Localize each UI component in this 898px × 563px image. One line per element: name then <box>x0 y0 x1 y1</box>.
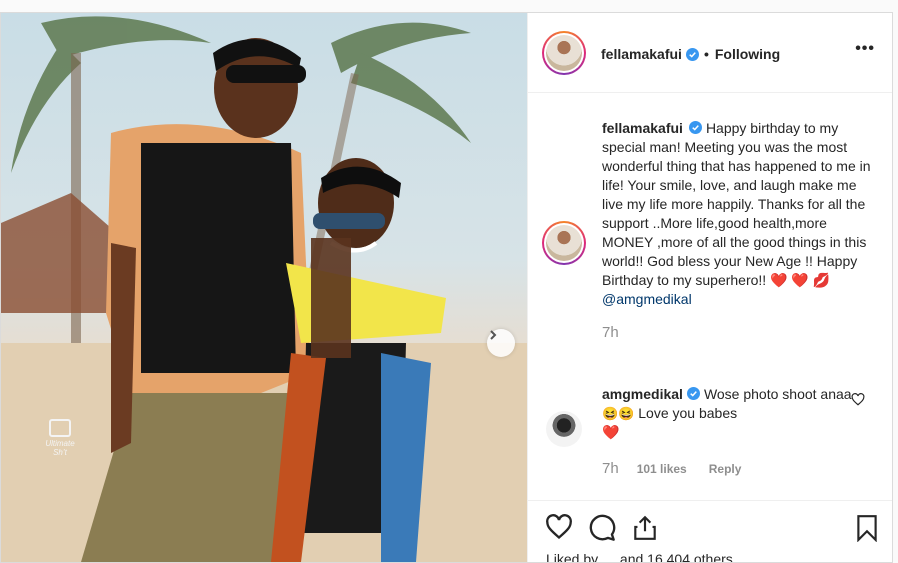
photo-watermark: Ultimate Sh’t <box>43 419 77 457</box>
post-header: fellamakafui • Following ••• <box>528 13 892 93</box>
verified-badge-icon <box>685 47 699 61</box>
heart-emoji-icon: ❤️ <box>791 272 809 288</box>
laughing-emoji-icon: 😆 <box>618 406 635 421</box>
author-username[interactable]: fellamakafui <box>601 46 682 62</box>
comment-icon[interactable] <box>588 514 616 542</box>
following-button[interactable]: Following <box>715 46 780 62</box>
post-side-panel: fellamakafui • Following ••• fellamakafu… <box>527 13 892 562</box>
comment: amgmedikal Wose photo shoot anaa 😆😆 Love … <box>602 385 857 442</box>
bookmark-icon[interactable] <box>856 514 878 542</box>
comment-like-heart-icon[interactable] <box>851 393 865 406</box>
heart-emoji-icon: ❤️ <box>602 424 620 440</box>
laughing-emoji-icon: 😆 <box>602 406 619 421</box>
verified-badge-icon <box>686 387 700 400</box>
chevron-right-icon <box>490 330 497 340</box>
caption-avatar[interactable] <box>542 221 586 265</box>
caption-username[interactable]: fellamakafui <box>602 120 683 136</box>
heart-emoji-icon: ❤️ <box>770 272 788 288</box>
separator-dot: • <box>703 46 709 62</box>
commenter-username[interactable]: amgmedikal <box>602 386 683 402</box>
watermark-text: Ultimate Sh’t <box>45 439 75 457</box>
verified-badge-icon <box>688 121 702 134</box>
share-icon[interactable] <box>632 514 658 542</box>
caption-time[interactable]: 7h <box>602 323 877 342</box>
next-photo-button[interactable] <box>487 329 515 357</box>
comment-text: Wose photo shoot anaa <box>703 386 852 402</box>
post-photo[interactable]: Ultimate Sh’t <box>1 13 527 562</box>
more-options-button[interactable]: ••• <box>855 41 875 57</box>
author-line: fellamakafui • Following <box>601 46 780 62</box>
photo-illustration <box>1 16 527 562</box>
kiss-emoji-icon: 💋 <box>812 272 831 288</box>
comment-likes[interactable]: 101 likes <box>637 462 687 476</box>
post-caption: fellamakafui Happy birthday to my special… <box>602 119 877 342</box>
caption-text: Happy birthday to my special man! Meetin… <box>602 120 871 288</box>
commenter-avatar[interactable] <box>546 411 582 447</box>
mention-link[interactable]: @amgmedikal <box>602 291 692 307</box>
comment-time[interactable]: 7h <box>602 460 619 477</box>
comment-text-2: Love you babes <box>634 405 738 421</box>
author-avatar[interactable] <box>542 31 586 75</box>
comment-meta: 7h 101 likes Reply <box>602 460 741 477</box>
liked-by-text[interactable]: Liked by … and 16,404 others <box>546 551 733 562</box>
heart-icon[interactable] <box>545 514 573 540</box>
reply-button[interactable]: Reply <box>709 462 742 476</box>
watermark-logo-icon <box>49 419 71 437</box>
instagram-post: Ultimate Sh’t fellamakafui • Following •… <box>0 12 893 563</box>
